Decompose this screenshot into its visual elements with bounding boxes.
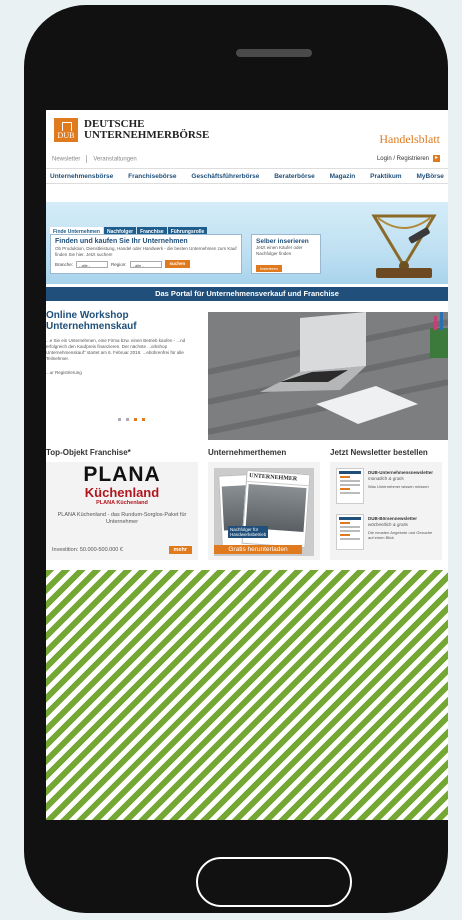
workshop-title-line-2: Unternehmenskauf bbox=[46, 321, 137, 332]
workshop-registration-link[interactable]: ...ur Registrierung bbox=[46, 370, 204, 375]
investment-text: Investition: 50.000-500.000 € bbox=[52, 547, 123, 553]
magazine-card[interactable]: UNTERNEHMER Nachfolger für Handwerksbetr… bbox=[208, 462, 320, 560]
themes-section-title: Unternehmerthemen bbox=[208, 448, 287, 457]
dub-logo-text: DEUTSCHE UNTERNEHMERBÖRSE bbox=[84, 119, 209, 141]
workshop-title: Online Workshop Unternehmenskauf bbox=[46, 310, 204, 332]
newsletter-desc: Die neusten Angebote und Gesuche auf ein… bbox=[368, 530, 433, 540]
nav-item-beraterboerse[interactable]: Beraterbörse bbox=[274, 173, 314, 180]
nav-item-magazin[interactable]: Magazin bbox=[330, 173, 356, 180]
phone-speaker bbox=[236, 49, 312, 57]
franchise-desc: PLANA Küchenland - das Rundum-Sorglos-Pa… bbox=[57, 512, 187, 525]
login-link[interactable]: Login / Registrieren ▸ bbox=[377, 155, 440, 162]
newsletter-item[interactable]: DUB-Börsennewsletter wöchentlich & grati… bbox=[336, 514, 434, 554]
cover-label: Nachfolger für Handwerksbetrieb bbox=[228, 526, 269, 538]
investment-row: Investition: 50.000-500.000 € mehr bbox=[52, 546, 192, 554]
newsletter-thumbnail bbox=[336, 514, 364, 550]
find-title: Finden und kaufen Sie Ihr Unternehmen bbox=[55, 238, 188, 245]
newsletter-section-title: Jetzt Newsletter bestellen bbox=[330, 448, 428, 457]
newsletter-thumbnail bbox=[336, 468, 364, 504]
franchise-card[interactable]: PLANA Küchenland PLANA Küchenland PLANA … bbox=[46, 462, 198, 560]
region-label: Region: bbox=[111, 261, 127, 267]
insert-title: Selber inserieren bbox=[256, 238, 309, 245]
newsletter-title: DUB-Unternehmensnewsletter bbox=[368, 470, 434, 475]
search-form: Branche: - alle - Region: - alle - suche… bbox=[55, 260, 237, 268]
portal-banner: Das Portal für Unternehmensverkauf und F… bbox=[46, 287, 448, 301]
branche-label: Branche: bbox=[55, 261, 74, 267]
divider bbox=[86, 155, 88, 163]
plana-logo: PLANA bbox=[83, 463, 161, 486]
workshop-teaser[interactable]: Online Workshop Unternehmenskauf ...e Si… bbox=[46, 310, 204, 438]
more-button[interactable]: mehr bbox=[168, 546, 192, 554]
newsletter-freq: monatlich & gratis bbox=[368, 476, 404, 481]
nav-item-myboerse[interactable]: MyBörse bbox=[416, 173, 443, 180]
insert-desc: Jetzt einen Käufer oder Nachfolger finde… bbox=[256, 245, 303, 256]
cover-label-line-2: Handwerksbetrieb bbox=[230, 532, 267, 537]
dub-logo[interactable]: DUB DEUTSCHE UNTERNEHMERBÖRSE bbox=[54, 118, 209, 142]
main-nav: Unternehmensbörse Franchisebörse Geschäf… bbox=[46, 168, 448, 184]
insert-box: Selber inserieren Jetzt einen Käufer ode… bbox=[251, 234, 321, 274]
newsletter-link[interactable]: Newsletter bbox=[52, 157, 80, 163]
region-select[interactable]: - alle - bbox=[129, 260, 162, 268]
carousel-dots bbox=[118, 418, 145, 421]
franchise-company: PLANA Küchenland bbox=[96, 500, 148, 506]
franchise-section-title: Top-Objekt Franchise* bbox=[46, 448, 131, 457]
newsletter-title: DUB-Börsennewsletter bbox=[368, 516, 418, 521]
newsletter-item[interactable]: DUB-Unternehmensnewsletter monatlich & g… bbox=[336, 468, 434, 508]
carousel-dot-active[interactable] bbox=[134, 418, 137, 421]
newsletter-desc: Was Unternehmer wissen müssen bbox=[368, 484, 429, 489]
nav-item-praktikum[interactable]: Praktikum bbox=[370, 173, 401, 180]
top-links: Newsletter Veranstaltungen bbox=[52, 155, 137, 163]
newsletter-freq: wöchentlich & gratis bbox=[368, 522, 409, 527]
events-link[interactable]: Veranstaltungen bbox=[93, 157, 136, 163]
workshop-title-line-1: Online Workshop bbox=[46, 310, 129, 321]
nav-item-geschaeftsfuehrerboerse[interactable]: Geschäftsführerbörse bbox=[191, 173, 259, 180]
magazine-image: UNTERNEHMER Nachfolger für Handwerksbetr… bbox=[214, 468, 314, 556]
workshop-text: ...e Sie ein Unternehmen, eine Firma bzw… bbox=[46, 338, 186, 361]
user-icon: ▸ bbox=[433, 155, 440, 162]
cover-photo bbox=[245, 484, 307, 532]
carousel-dot[interactable] bbox=[126, 418, 129, 421]
download-button[interactable]: Gratis herunterladen bbox=[214, 545, 302, 554]
handelsblatt-logo[interactable]: Handelsblatt bbox=[379, 132, 440, 147]
find-desc: Ob Produktion, Dienstleistung, Handel od… bbox=[55, 246, 237, 257]
website: DUB DEUTSCHE UNTERNEHMERBÖRSE Handelsbla… bbox=[46, 110, 448, 570]
carousel-dot-active[interactable] bbox=[142, 418, 145, 421]
phone-screen: DUB DEUTSCHE UNTERNEHMERBÖRSE Handelsbla… bbox=[46, 110, 448, 820]
carousel-dot[interactable] bbox=[118, 418, 121, 421]
sextant-image bbox=[371, 214, 437, 278]
nav-item-franchiseboerse[interactable]: Franchisebörse bbox=[128, 173, 176, 180]
striped-placeholder bbox=[46, 570, 448, 820]
insert-button[interactable]: Inserieren bbox=[256, 265, 282, 272]
dub-logo-mark: DUB bbox=[54, 118, 78, 142]
nav-item-unternehmensboerse[interactable]: Unternehmensbörse bbox=[50, 173, 113, 180]
find-company-box: Finden und kaufen Sie Ihr Unternehmen Ob… bbox=[50, 234, 242, 274]
laptop-illustration bbox=[208, 312, 448, 440]
home-button[interactable] bbox=[196, 857, 352, 907]
kuechenland-logo: Küchenland bbox=[84, 485, 160, 500]
hero-search: Finde Unternehmen Nachfolger Franchise F… bbox=[46, 202, 448, 284]
login-label: Login / Registrieren bbox=[376, 155, 429, 162]
logo-line-2: UNTERNEHMERBÖRSE bbox=[84, 129, 210, 141]
search-button[interactable]: suchen bbox=[164, 260, 191, 268]
branche-select[interactable]: - alle - bbox=[76, 260, 109, 268]
laptop-photo bbox=[208, 312, 448, 440]
newsletter-card: DUB-Unternehmensnewsletter monatlich & g… bbox=[330, 462, 442, 560]
